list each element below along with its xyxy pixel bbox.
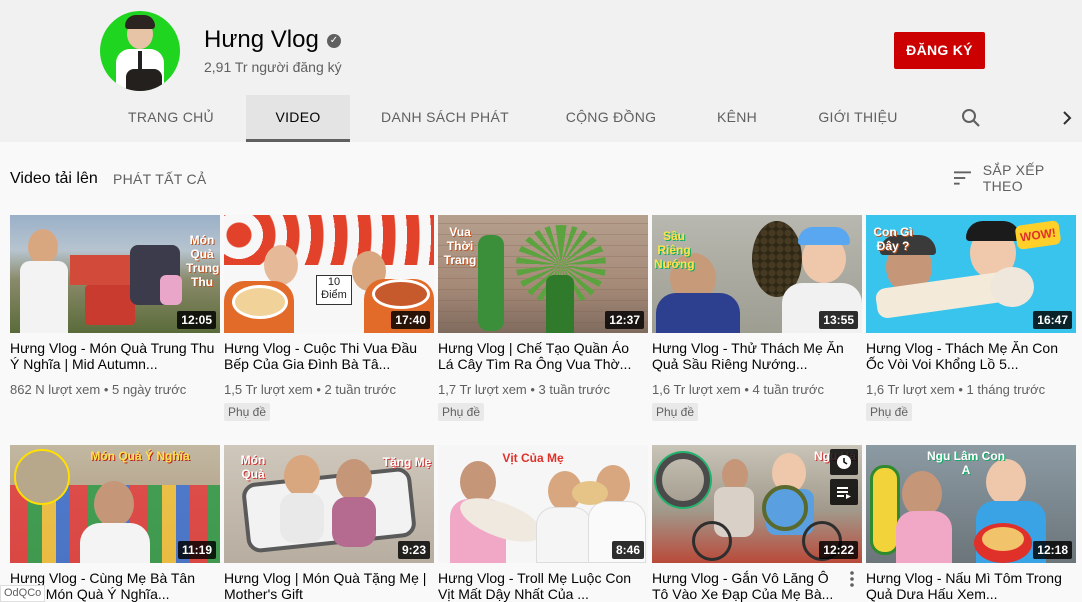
- view-count: 1,5 Tr lượt xem: [224, 382, 313, 397]
- channel-header: Hưng Vlog ✓ 2,91 Tr người đăng ký ĐĂNG K…: [0, 0, 1082, 142]
- view-count: 862 N lượt xem: [10, 382, 101, 397]
- video-thumbnail[interactable]: Món Quà Tặng Mẹ 9:23: [224, 445, 434, 563]
- add-to-queue-icon[interactable]: [830, 479, 858, 505]
- thumbnail-overlay-text: Sầu Riêng Nướng: [654, 229, 695, 271]
- upload-age: 5 ngày trước: [111, 382, 187, 397]
- video-meta: 1,7 Tr lượt xem • 3 tuần trước: [438, 382, 610, 397]
- tab-community[interactable]: CỘNG ĐỒNG: [552, 95, 670, 142]
- video-card[interactable]: 10 Điểm 17:40 Hưng Vlog - Cuộc Thi Vua Đ…: [224, 215, 434, 425]
- video-thumbnail[interactable]: WOW! Con Gì Đây ? 16:47: [866, 215, 1076, 333]
- video-card[interactable]: Sầu Riêng Nướng 13:55 Hưng Vlog - Thử Th…: [652, 215, 862, 425]
- video-title[interactable]: Hưng Vlog - Món Quà Trung Thu Ý Nghĩa | …: [10, 340, 220, 372]
- video-thumbnail[interactable]: Sầu Riêng Nướng 13:55: [652, 215, 862, 333]
- subtitle-badge: Phụ đề: [652, 403, 699, 421]
- subscribe-button[interactable]: ĐĂNG KÝ: [894, 32, 985, 69]
- view-count: 1,7 Tr lượt xem: [438, 382, 527, 397]
- tab-home[interactable]: TRANG CHỦ: [115, 95, 227, 142]
- video-title[interactable]: Hưng Vlog - Thách Mẹ Ăn Con Ốc Vòi Voi K…: [866, 340, 1076, 372]
- video-duration: 12:05: [177, 311, 216, 329]
- video-thumbnail[interactable]: 10 Điểm 17:40: [224, 215, 434, 333]
- video-duration: 13:55: [819, 311, 858, 329]
- video-card[interactable]: Món Quà Ý Nghĩa 11:19 Hưng Vlog - Cùng M…: [10, 445, 220, 602]
- video-title[interactable]: Hưng Vlog - Thử Thách Mẹ Ăn Quả Sầu Riên…: [652, 340, 862, 372]
- view-count: 1,6 Tr lượt xem: [652, 382, 741, 397]
- channel-tabs: TRANG CHỦ VIDEO DANH SÁCH PHÁT CỘNG ĐỒNG…: [0, 95, 1082, 142]
- search-icon[interactable]: [960, 107, 982, 129]
- video-thumbnail[interactable]: Vua Thời Trang 12:37: [438, 215, 648, 333]
- upload-age: 4 tuần trước: [752, 382, 824, 397]
- thumbnail-overlay-text: Món Quà Ý Nghĩa: [90, 449, 190, 463]
- hover-actions: [830, 449, 858, 509]
- sort-label: SẮP XẾP THEO: [982, 162, 1045, 194]
- score-card: 10 Điểm: [316, 275, 352, 305]
- thumbnail-overlay-text: Con Gì Đây ?: [873, 225, 913, 253]
- video-meta: 1,5 Tr lượt xem • 2 tuần trước: [224, 382, 396, 397]
- video-meta: 862 N lượt xem • 5 ngày trước: [10, 382, 187, 397]
- view-count: 1,6 Tr lượt xem: [866, 382, 955, 397]
- video-thumbnail[interactable]: Ngu Hà 12:22: [652, 445, 862, 563]
- video-thumbnail[interactable]: Món Quà Trung Thu 12:05: [10, 215, 220, 333]
- video-card[interactable]: Món Quà Trung Thu 12:05 Hưng Vlog - Món …: [10, 215, 220, 425]
- tab-playlists[interactable]: DANH SÁCH PHÁT: [370, 95, 520, 142]
- thumbnail-overlay-text: Ngu Lâm Con A: [927, 449, 1005, 477]
- video-card[interactable]: Ngu Lâm Con A 12:18 Hưng Vlog - Nấu Mì T…: [866, 445, 1076, 602]
- video-title[interactable]: Hưng Vlog - Gắn Vô Lăng Ô Tô Vào Xe Đạp …: [652, 570, 837, 602]
- video-title[interactable]: Hưng Vlog - Troll Mẹ Luộc Con Vịt Mất Dậ…: [438, 570, 648, 602]
- play-all-button[interactable]: PHÁT TẤT CẢ: [113, 171, 207, 187]
- video-duration: 9:23: [397, 541, 430, 559]
- check-circle-icon: ✓: [327, 34, 341, 48]
- video-duration: 16:47: [1033, 311, 1072, 329]
- tab-channels[interactable]: KÊNH: [702, 95, 772, 142]
- channel-avatar[interactable]: [100, 11, 180, 91]
- video-duration: 8:46: [611, 541, 644, 559]
- channel-name: Hưng Vlog: [204, 26, 319, 53]
- upload-age: 3 tuần trước: [538, 382, 610, 397]
- more-vert-icon[interactable]: [848, 570, 856, 588]
- thumbnail-overlay-text: Món Quà: [240, 453, 266, 481]
- video-meta: 1,6 Tr lượt xem • 4 tuần trước: [652, 382, 824, 397]
- video-duration: 12:22: [819, 541, 858, 559]
- video-title[interactable]: Hưng Vlog - Nấu Mì Tôm Trong Quả Dưa Hấu…: [866, 570, 1076, 602]
- watch-later-icon[interactable]: [830, 449, 858, 475]
- sort-icon: [954, 171, 971, 185]
- thumbnail-overlay-text: Vịt Của Mẹ: [502, 451, 564, 465]
- video-duration: 12:18: [1033, 541, 1072, 559]
- video-duration: 11:19: [177, 541, 216, 559]
- video-card[interactable]: Vịt Của Mẹ 8:46 Hưng Vlog - Troll Mẹ Luộ…: [438, 445, 648, 602]
- video-card[interactable]: Vua Thời Trang 12:37 Hưng Vlog | Chế Tạo…: [438, 215, 648, 425]
- upload-age: 2 tuần trước: [324, 382, 396, 397]
- video-duration: 12:37: [605, 311, 644, 329]
- video-card[interactable]: WOW! Con Gì Đây ? 16:47 Hưng Vlog - Thác…: [866, 215, 1076, 425]
- video-thumbnail[interactable]: Vịt Của Mẹ 8:46: [438, 445, 648, 563]
- video-card[interactable]: Ngu Hà 12:22 Hưng Vlog - Gắn Vô Lăng Ô T…: [652, 445, 862, 602]
- tab-about[interactable]: GIỚI THIỆU: [806, 95, 910, 142]
- video-title[interactable]: Hưng Vlog | Món Quà Tặng Mẹ | Mother's G…: [224, 570, 434, 602]
- thumbnail-overlay-text: Tặng Mẹ: [382, 455, 432, 469]
- video-thumbnail[interactable]: Món Quà Ý Nghĩa 11:19: [10, 445, 220, 563]
- video-card[interactable]: Món Quà Tặng Mẹ 9:23 Hưng Vlog | Món Quà…: [224, 445, 434, 602]
- sort-button[interactable]: SẮP XẾP THEO: [954, 162, 1082, 194]
- tab-videos[interactable]: VIDEO: [246, 95, 350, 142]
- wow-sticker: WOW!: [1014, 220, 1062, 250]
- thumbnail-overlay-text: Món Quà Trung Thu: [186, 233, 220, 289]
- video-title[interactable]: Hưng Vlog | Chế Tạo Quần Áo Lá Cây Tìm R…: [438, 340, 648, 372]
- status-tag: OdQCo: [0, 585, 46, 602]
- chevron-right-icon[interactable]: [1060, 108, 1074, 128]
- video-meta: 1,6 Tr lượt xem • 1 tháng trước: [866, 382, 1046, 397]
- video-title[interactable]: Hưng Vlog - Cuộc Thi Vua Đầu Bếp Của Gia…: [224, 340, 434, 372]
- subtitle-badge: Phụ đề: [866, 403, 913, 421]
- section-title: Video tải lên: [10, 170, 98, 187]
- video-duration: 17:40: [391, 311, 430, 329]
- subscriber-count: 2,91 Tr người đăng ký: [204, 59, 342, 75]
- subtitle-badge: Phụ đề: [224, 403, 271, 421]
- video-thumbnail[interactable]: Ngu Lâm Con A 12:18: [866, 445, 1076, 563]
- upload-age: 1 tháng trước: [966, 382, 1046, 397]
- thumbnail-overlay-text: Vua Thời Trang: [443, 225, 477, 267]
- subtitle-badge: Phụ đề: [438, 403, 485, 421]
